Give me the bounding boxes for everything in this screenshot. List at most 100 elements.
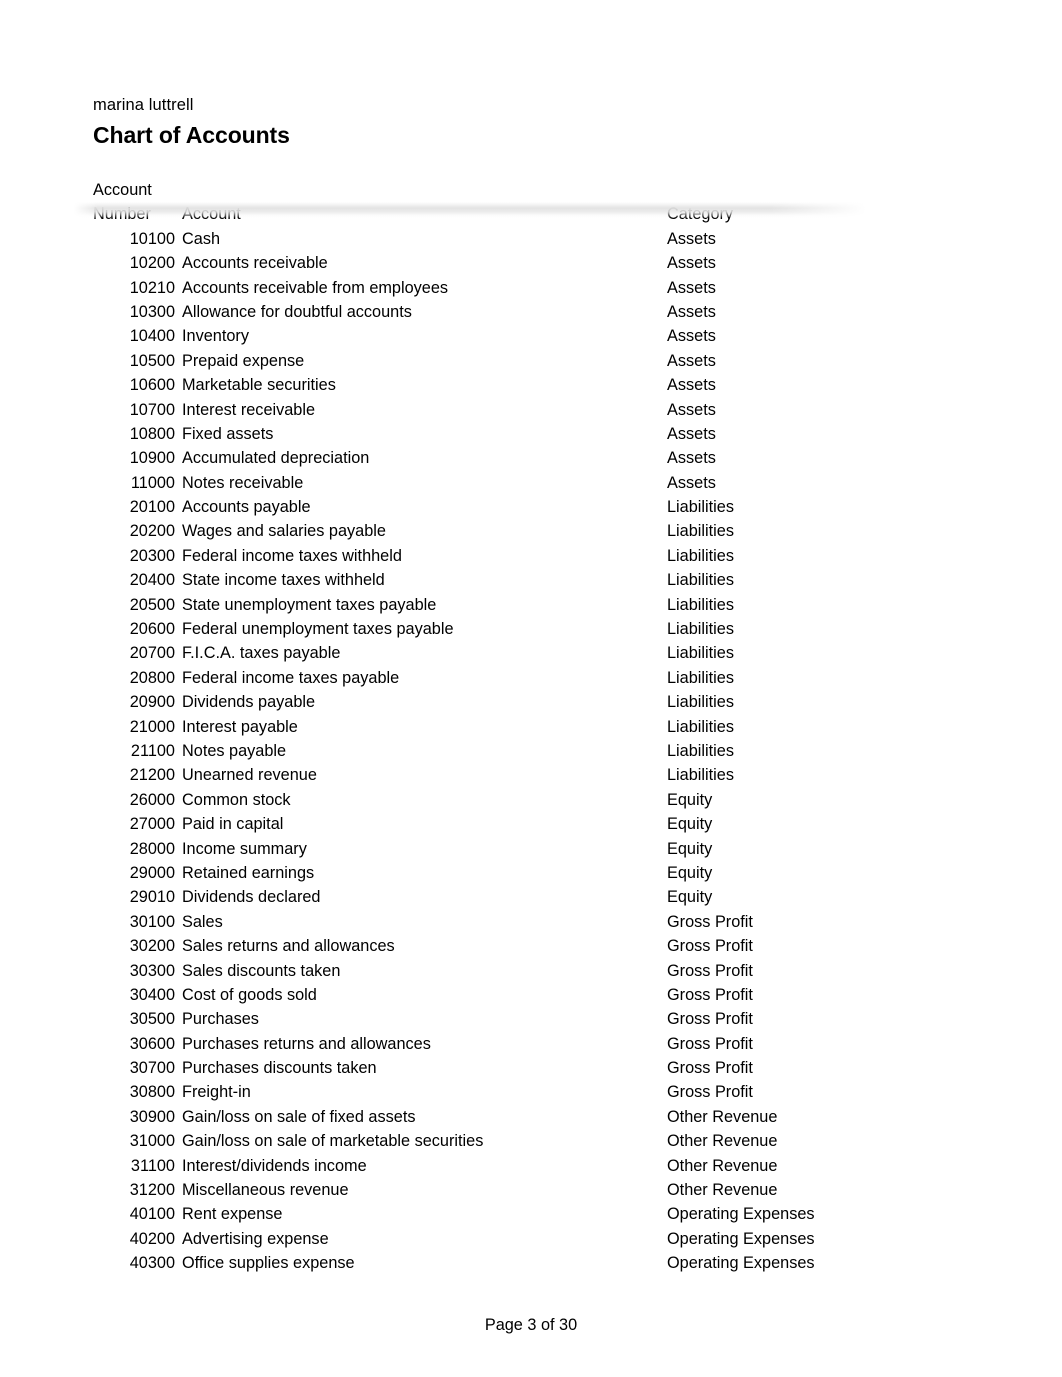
table-row: 20100 Accounts payable Liabilities — [0, 495, 1062, 519]
cell-category: Assets — [667, 254, 716, 273]
cell-category: Gross Profit — [667, 1034, 753, 1053]
cell-account-name: Cash — [182, 229, 221, 248]
author-name: marina luttrell — [93, 96, 194, 114]
cell-category: Gross Profit — [667, 1083, 753, 1102]
cell-account-name: Gain/loss on sale of fixed assets — [182, 1107, 416, 1126]
cell-account-name: Cost of goods sold — [182, 985, 317, 1004]
cell-account-name: Wages and salaries payable — [182, 522, 386, 541]
cell-account-name: Advertising expense — [182, 1229, 329, 1248]
table-row: 29000 Retained earnings Equity — [0, 861, 1062, 885]
cell-account-name: Retained earnings — [182, 863, 315, 882]
table-row: 20400 State income taxes withheld Liabilit… — [0, 568, 1062, 592]
cell-account-number: 30800 — [129, 1083, 175, 1102]
cell-category: Other Revenue — [667, 1132, 778, 1151]
cell-account-name: Prepaid expense — [182, 351, 305, 370]
document-header: marina luttrell Chart of Accounts — [93, 94, 290, 150]
cell-account-number: 30600 — [129, 1034, 175, 1053]
cell-category: Assets — [667, 229, 716, 248]
cell-category: Liabilities — [667, 595, 734, 614]
cell-account-name: State income taxes withheld — [182, 571, 385, 590]
cell-account-number: 30200 — [129, 937, 175, 956]
table-row: 30700 Purchases discounts taken Gross Prof… — [0, 1056, 1062, 1080]
cell-account-number: 10600 — [129, 376, 175, 395]
cell-category: Gross Profit — [667, 985, 753, 1004]
table-row: 10210 Accounts receivable from employees A… — [0, 276, 1062, 300]
cell-account-number: 20700 — [129, 644, 175, 663]
cell-account-number: 10100 — [129, 229, 175, 248]
cell-category: Liabilities — [667, 693, 734, 712]
cell-category: Gross Profit — [667, 937, 753, 956]
cell-account-number: 20600 — [129, 620, 175, 639]
cell-account-name: Federal unemployment taxes payable — [182, 620, 454, 639]
table-row: 31000 Gain/loss on sale of marketable sec… — [0, 1129, 1062, 1153]
cell-account-name: Interest receivable — [182, 400, 316, 419]
cell-account-number: 20100 — [129, 498, 175, 517]
cell-account-name: Notes receivable — [182, 473, 304, 492]
cell-category: Liabilities — [667, 620, 734, 639]
cell-category: Liabilities — [667, 766, 734, 785]
page-number-label: Page 3 of 30 — [484, 1316, 578, 1334]
cell-account-name: Dividends declared — [182, 888, 321, 907]
cell-account-name: Interest/dividends income — [182, 1156, 367, 1175]
table-row: 30300 Sales discounts taken Gross Profit — [0, 959, 1062, 983]
table-row: 30200 Sales returns and allowances Gross P… — [0, 934, 1062, 958]
cell-account-number: 10300 — [129, 302, 175, 321]
table-row: 40200 Advertising expense Operating Expens… — [0, 1227, 1062, 1251]
cell-account-number: 40200 — [129, 1229, 175, 1248]
table-header-row-1: Account — [0, 178, 1062, 202]
table-header-row-2: Number Account Category — [0, 202, 1062, 226]
cell-account-number: 40100 — [129, 1205, 175, 1224]
cell-category: Operating Expenses — [667, 1254, 815, 1273]
table-row: 30500 Purchases Gross Profit — [0, 1007, 1062, 1031]
cell-category: Equity — [667, 790, 713, 809]
table-row: 30900 Gain/loss on sale of fixed assets Ot… — [0, 1105, 1062, 1129]
cell-account-number: 21000 — [129, 717, 175, 736]
cell-category: Assets — [667, 302, 716, 321]
cell-category: Liabilities — [667, 741, 734, 760]
column-header-account: Account — [182, 205, 241, 224]
cell-account-name: State unemployment taxes payable — [182, 595, 437, 614]
cell-account-number: 11000 — [130, 473, 175, 492]
chart-of-accounts-table: Account Number Account Category 10100 Cas… — [0, 178, 1062, 1276]
table-row: 11000 Notes receivable Assets — [0, 471, 1062, 495]
table-row: 10900 Accumulated depreciation Assets — [0, 446, 1062, 470]
table-row: 21200 Unearned revenue Liabilities — [0, 763, 1062, 787]
cell-account-number: 31000 — [129, 1132, 175, 1151]
cell-account-number: 10700 — [129, 400, 175, 419]
cell-account-name: Freight-in — [182, 1083, 251, 1102]
cell-account-name: Accumulated depreciation — [182, 449, 370, 468]
cell-account-number: 31200 — [129, 1181, 175, 1200]
cell-account-number: 10200 — [129, 254, 175, 273]
cell-account-name: Sales — [182, 912, 223, 931]
cell-account-number: 30300 — [129, 961, 175, 980]
table-row: 30100 Sales Gross Profit — [0, 910, 1062, 934]
cell-account-number: 30700 — [129, 1059, 175, 1078]
cell-category: Equity — [667, 815, 713, 834]
cell-category: Other Revenue — [667, 1107, 778, 1126]
cell-account-number: 10400 — [129, 327, 175, 346]
cell-account-name: Income summary — [182, 839, 307, 858]
table-row: 20800 Federal income taxes payable Liabili… — [0, 666, 1062, 690]
table-row: 28000 Income summary Equity — [0, 837, 1062, 861]
cell-category: Gross Profit — [667, 1059, 753, 1078]
cell-account-number: 10500 — [129, 351, 175, 370]
cell-category: Assets — [667, 449, 716, 468]
cell-account-name: Allowance for doubtful accounts — [182, 302, 412, 321]
cell-account-number: 20400 — [129, 571, 175, 590]
cell-account-name: Common stock — [182, 790, 291, 809]
cell-account-name: Federal income taxes payable — [182, 668, 400, 687]
table-row: 20600 Federal unemployment taxes payable L… — [0, 617, 1062, 641]
cell-category: Assets — [667, 376, 716, 395]
cell-account-number: 40300 — [129, 1254, 175, 1273]
cell-account-name: Accounts receivable from employees — [182, 278, 449, 297]
table-row: 30400 Cost of goods sold Gross Profit — [0, 983, 1062, 1007]
table-row: 21000 Interest payable Liabilities — [0, 715, 1062, 739]
cell-category: Equity — [667, 888, 713, 907]
cell-account-name: Paid in capital — [182, 815, 284, 834]
cell-category: Liabilities — [667, 498, 734, 517]
cell-category: Assets — [667, 351, 716, 370]
cell-category: Gross Profit — [667, 1010, 753, 1029]
cell-account-name: Gain/loss on sale of marketable securiti… — [182, 1132, 484, 1151]
cell-account-name: Office supplies expense — [182, 1254, 355, 1273]
cell-account-number: 27000 — [129, 815, 175, 834]
